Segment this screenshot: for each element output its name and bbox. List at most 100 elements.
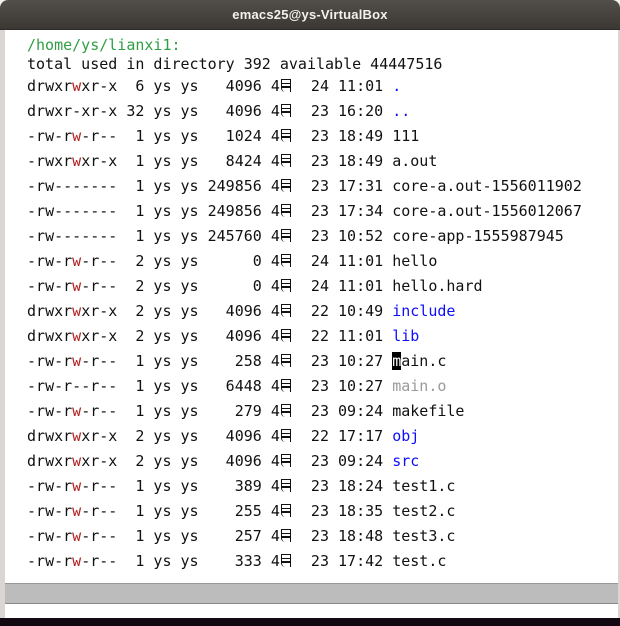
file-permissions: drwxrwxr-x — [27, 452, 117, 470]
file-date-time: 23 10:52 — [293, 227, 392, 245]
file-permissions: -rw-rw-r-- — [27, 402, 117, 420]
dired-row: drwxrwxr-x 2 ys ys 4096 4 22 11:01 lib — [27, 324, 618, 349]
dired-row: drwxrwxr-x 2 ys ys 4096 4 23 09:24 src — [27, 449, 618, 474]
file-date-time: 23 18:24 — [293, 477, 392, 495]
dired-buffer[interactable]: /home/ys/lianxi1: total used in director… — [5, 30, 618, 583]
file-name[interactable]: test2.c — [392, 502, 455, 520]
file-meta: 1 ys ys 258 — [117, 352, 271, 370]
cjk-month-glyph — [281, 504, 291, 517]
file-permissions: drwxrwxr-x — [27, 327, 117, 345]
file-name[interactable]: main.o — [392, 377, 446, 395]
cjk-month-glyph — [281, 329, 291, 342]
file-month: 4 — [271, 177, 293, 195]
file-permissions: -rw-rw-r-- — [27, 502, 117, 520]
file-name[interactable]: hello.hard — [392, 277, 482, 295]
file-permissions: -rw-rw-r-- — [27, 352, 117, 370]
file-date-time: 23 17:42 — [293, 552, 392, 570]
file-month: 4 — [271, 302, 293, 320]
file-meta: 2 ys ys 0 — [117, 252, 271, 270]
file-meta: 1 ys ys 389 — [117, 477, 271, 495]
file-name[interactable]: core-app-1555987945 — [392, 227, 564, 245]
file-name[interactable]: test3.c — [392, 527, 455, 545]
file-date-time: 23 18:49 — [293, 152, 392, 170]
file-name[interactable]: include — [392, 302, 455, 320]
cjk-month-glyph — [281, 104, 291, 117]
file-date-time: 23 10:27 — [293, 352, 392, 370]
dired-row: -rw-r--r-- 1 ys ys 6448 4 23 10:27 main.… — [27, 374, 618, 399]
cjk-month-glyph — [281, 554, 291, 567]
file-month: 4 — [271, 377, 293, 395]
text-cursor: m — [392, 352, 401, 370]
cjk-month-glyph — [281, 379, 291, 392]
dired-listing: drwxrwxr-x 6 ys ys 4096 4 24 11:01 .drwx… — [27, 74, 618, 574]
file-date-time: 22 10:49 — [293, 302, 392, 320]
file-permissions: -rw-r--r-- — [27, 377, 117, 395]
file-date-time: 23 18:48 — [293, 527, 392, 545]
file-name[interactable]: obj — [392, 427, 419, 445]
file-date-time: 22 11:01 — [293, 327, 392, 345]
cjk-month-glyph — [281, 479, 291, 492]
file-date-time: 24 11:01 — [293, 77, 392, 95]
dired-row: -rw-rw-r-- 1 ys ys 279 4 23 09:24 makefi… — [27, 399, 618, 424]
file-month: 4 — [271, 452, 293, 470]
dired-row: -rw-rw-r-- 1 ys ys 255 4 23 18:35 test2.… — [27, 499, 618, 524]
dired-row: drwxrwxr-x 6 ys ys 4096 4 24 11:01 . — [27, 74, 618, 99]
file-permissions: -rw------- — [27, 227, 117, 245]
file-meta: 1 ys ys 249856 — [117, 177, 271, 195]
file-month: 4 — [271, 277, 293, 295]
file-month: 4 — [271, 227, 293, 245]
cjk-month-glyph — [281, 304, 291, 317]
cjk-month-glyph — [281, 154, 291, 167]
file-permissions: drwxrwxr-x — [27, 427, 117, 445]
file-meta: 1 ys ys 333 — [117, 552, 271, 570]
window-title-bar[interactable]: emacs25@ys-VirtualBox — [0, 0, 620, 30]
file-name[interactable]: a.out — [392, 152, 437, 170]
dired-row: -rwxrwxr-x 1 ys ys 8424 4 23 18:49 a.out — [27, 149, 618, 174]
file-name[interactable]: 111 — [392, 127, 419, 145]
file-meta: 1 ys ys 6448 — [117, 377, 271, 395]
file-month: 4 — [271, 77, 293, 95]
cjk-month-glyph — [281, 229, 291, 242]
file-month: 4 — [271, 427, 293, 445]
file-date-time: 22 17:17 — [293, 427, 392, 445]
file-name[interactable]: . — [392, 77, 401, 95]
file-meta: 2 ys ys 4096 — [117, 427, 271, 445]
file-name[interactable]: test.c — [392, 552, 446, 570]
file-name[interactable]: main.c — [392, 352, 446, 370]
file-date-time: 23 10:27 — [293, 377, 392, 395]
file-permissions: -rw-rw-r-- — [27, 127, 117, 145]
file-permissions: drwxr-xr-x — [27, 102, 117, 120]
dired-row: -rw-rw-r-- 2 ys ys 0 4 24 11:01 hello — [27, 249, 618, 274]
file-meta: 2 ys ys 4096 — [117, 302, 271, 320]
file-meta: 32 ys ys 4096 — [117, 102, 271, 120]
cjk-month-glyph — [281, 529, 291, 542]
file-month: 4 — [271, 552, 293, 570]
file-month: 4 — [271, 477, 293, 495]
mode-line: U:%%-lianxi1All L14(Dired by name) — [5, 583, 618, 604]
cjk-month-glyph — [281, 454, 291, 467]
file-name[interactable]: lib — [392, 327, 419, 345]
file-month: 4 — [271, 402, 293, 420]
file-date-time: 24 11:01 — [293, 277, 392, 295]
dired-row: -rw------- 1 ys ys 245760 4 23 10:52 cor… — [27, 224, 618, 249]
file-name[interactable]: core-a.out-1556012067 — [392, 202, 582, 220]
file-name[interactable]: core-a.out-1556011902 — [392, 177, 582, 195]
file-month: 4 — [271, 252, 293, 270]
file-name[interactable]: src — [392, 452, 419, 470]
file-date-time: 23 09:24 — [293, 452, 392, 470]
cjk-month-glyph — [281, 429, 291, 442]
file-permissions: drwxrwxr-x — [27, 77, 117, 95]
file-meta: 1 ys ys 8424 — [117, 152, 271, 170]
file-permissions: -rw------- — [27, 177, 117, 195]
file-permissions: -rw-rw-r-- — [27, 252, 117, 270]
file-permissions: -rwxrwxr-x — [27, 152, 117, 170]
dired-row: drwxrwxr-x 2 ys ys 4096 4 22 10:49 inclu… — [27, 299, 618, 324]
file-name[interactable]: test1.c — [392, 477, 455, 495]
dired-row: -rw-rw-r-- 1 ys ys 258 4 23 10:27 main.c — [27, 349, 618, 374]
file-permissions: -rw-rw-r-- — [27, 477, 117, 495]
cjk-month-glyph — [281, 254, 291, 267]
file-name[interactable]: hello — [392, 252, 437, 270]
echo-area[interactable] — [5, 604, 618, 618]
file-name[interactable]: .. — [392, 102, 410, 120]
file-name[interactable]: makefile — [392, 402, 464, 420]
